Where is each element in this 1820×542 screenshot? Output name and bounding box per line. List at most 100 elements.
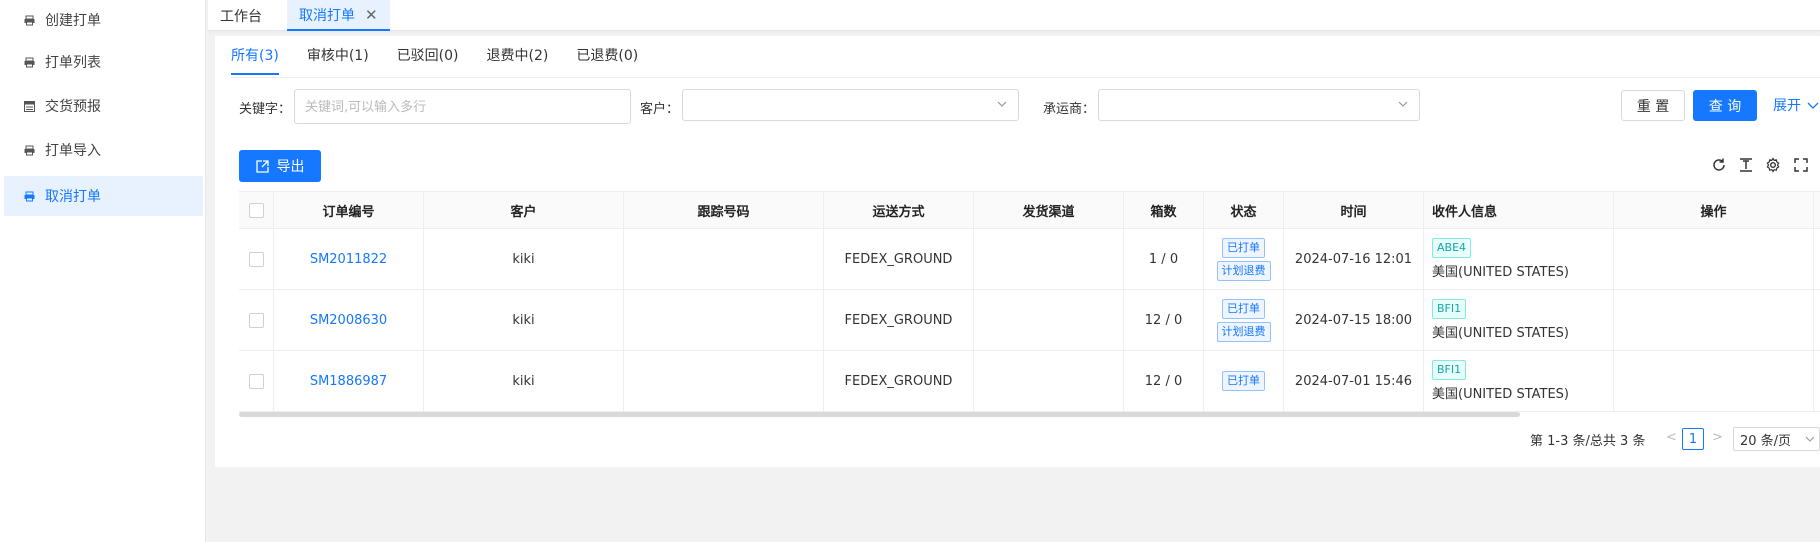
keyword-placeholder: 关键词,可以输入多行: [305, 100, 427, 115]
status-tab-refunded[interactable]: 已退费(0): [576, 45, 638, 75]
table-row: SM1886987 kiki FEDEX_GROUND 12 / 0 已打单 2…: [239, 351, 1820, 412]
sidebar-item-cancel-print[interactable]: 取消打单: [4, 176, 203, 216]
recipient-country: 美国(UNITED STATES): [1432, 387, 1569, 402]
sidebar: 创建打单 打单列表 交货预报 打单导入 取消打单: [0, 0, 206, 542]
time-cell: 2024-07-01 15:46: [1284, 351, 1424, 411]
status-tab-all[interactable]: 所有(3): [231, 45, 279, 75]
chevron-down-icon: [1807, 102, 1819, 109]
warehouse-badge: ABE4: [1432, 238, 1472, 258]
print-icon: [22, 143, 36, 157]
row-checkbox[interactable]: [248, 312, 264, 328]
chevron-down-icon: [1805, 436, 1815, 442]
status-badge: 计划退费: [1216, 260, 1271, 281]
close-icon[interactable]: ✕: [365, 6, 378, 24]
sidebar-item-create-print[interactable]: 创建打单: [4, 0, 203, 40]
next-page-button[interactable]: >: [1712, 430, 1723, 445]
row-select-cell: [239, 229, 274, 289]
column-header[interactable]: 订单编号: [274, 192, 424, 229]
table-row: SM2008630 kiki FEDEX_GROUND 12 / 0 已打单 计…: [239, 290, 1820, 351]
horizontal-scrollbar[interactable]: [239, 412, 1520, 417]
page-size-label: 20 条/页: [1740, 433, 1792, 449]
chevron-down-icon: [997, 101, 1007, 107]
expand-link[interactable]: 展开: [1773, 95, 1819, 115]
keyword-label: 关键字：: [239, 102, 292, 117]
boxes-cell: 12 / 0: [1124, 290, 1204, 350]
recipient-country: 美国(UNITED STATES): [1432, 326, 1569, 341]
boxes-cell: 1 / 0: [1124, 229, 1204, 289]
order-number-cell: SM1886987: [274, 351, 424, 411]
keyword-input[interactable]: 关键词,可以输入多行: [294, 89, 631, 124]
action-cell: [1614, 351, 1814, 411]
shipping-cell: FEDEX_GROUND: [824, 229, 974, 289]
customer-select[interactable]: [682, 89, 1019, 121]
search-button[interactable]: 查 询: [1693, 90, 1757, 121]
chevron-down-icon: [1398, 101, 1408, 107]
tracking-cell: [624, 229, 824, 289]
tracking-cell: [624, 351, 824, 411]
select-all-checkbox[interactable]: [248, 203, 264, 218]
column-header[interactable]: 发货渠道: [974, 192, 1124, 229]
status-cell: 已打单 计划退费: [1204, 290, 1284, 350]
tab-cancel-print[interactable]: 取消打单 ✕: [287, 0, 390, 31]
reset-button[interactable]: 重 置: [1621, 90, 1685, 121]
carrier-select[interactable]: [1098, 89, 1420, 121]
column-header[interactable]: 状态: [1204, 192, 1284, 229]
sidebar-item-delivery-forecast[interactable]: 交货预报: [4, 86, 203, 126]
status-tab-rejected[interactable]: 已驳回(0): [397, 45, 459, 75]
form-icon: [22, 99, 36, 113]
main-card: 所有(3) 审核中(1) 已驳回(0) 退费中(2) 已退费(0) 关键字： 关…: [215, 36, 1820, 467]
row-select-cell: [239, 290, 274, 350]
column-header[interactable]: 箱数: [1124, 192, 1204, 229]
shipping-cell: FEDEX_GROUND: [824, 351, 974, 411]
prev-page-button[interactable]: <: [1666, 430, 1677, 445]
warehouse-badge: BFI1: [1432, 299, 1467, 319]
page-tab-bar: 工作台 取消打单 ✕: [208, 0, 1820, 31]
refresh-icon[interactable]: [1710, 156, 1728, 174]
export-button[interactable]: 导出: [239, 150, 321, 182]
recipient-country: 美国(UNITED STATES): [1432, 265, 1569, 280]
column-header[interactable]: 时间: [1284, 192, 1424, 229]
sidebar-item-print-import[interactable]: 打单导入: [4, 130, 203, 170]
column-header[interactable]: 跟踪号码: [624, 192, 824, 229]
tab-workbench[interactable]: 工作台: [208, 0, 274, 31]
order-number-link[interactable]: SM2008630: [310, 313, 387, 328]
sidebar-item-label: 交货预报: [45, 99, 101, 115]
row-checkbox[interactable]: [248, 373, 264, 389]
status-tabs: 所有(3) 审核中(1) 已驳回(0) 退费中(2) 已退费(0): [231, 45, 666, 75]
column-header[interactable]: 客户: [424, 192, 624, 229]
recipient-cell: ABE4 美国(UNITED STATES): [1424, 229, 1614, 289]
customer-cell: kiki: [424, 290, 624, 350]
column-height-icon[interactable]: [1737, 156, 1755, 174]
expand-label: 展开: [1773, 98, 1801, 114]
table-row: SM2011822 kiki FEDEX_GROUND 1 / 0 已打单 计划…: [239, 229, 1820, 290]
sidebar-item-print-list[interactable]: 打单列表: [4, 42, 203, 82]
status-tab-reviewing[interactable]: 审核中(1): [307, 45, 369, 75]
column-header[interactable]: 操作: [1614, 192, 1814, 229]
channel-cell: [974, 351, 1124, 411]
shipping-cell: FEDEX_GROUND: [824, 290, 974, 350]
status-tab-refunding[interactable]: 退费中(2): [487, 45, 549, 75]
page-1-button[interactable]: 1: [1682, 428, 1704, 450]
action-cell: [1614, 229, 1814, 289]
status-badge: 已打单: [1222, 237, 1265, 258]
time-cell: 2024-07-16 12:01: [1284, 229, 1424, 289]
order-number-link[interactable]: SM2011822: [310, 252, 387, 267]
order-number-cell: SM2008630: [274, 290, 424, 350]
export-icon: [255, 159, 269, 173]
status-badge: 已打单: [1222, 298, 1265, 319]
page-size-select[interactable]: 20 条/页: [1733, 427, 1820, 451]
sidebar-item-label: 取消打单: [45, 189, 101, 205]
row-checkbox[interactable]: [248, 251, 264, 267]
sidebar-item-label: 打单导入: [45, 143, 101, 159]
sidebar-item-label: 打单列表: [45, 55, 101, 71]
order-number-link[interactable]: SM1886987: [310, 374, 387, 389]
customer-cell: kiki: [424, 351, 624, 411]
divider: [231, 77, 1820, 78]
column-header[interactable]: 运送方式: [824, 192, 974, 229]
settings-icon[interactable]: [1764, 156, 1782, 174]
fullscreen-icon[interactable]: [1792, 156, 1810, 174]
column-header[interactable]: 收件人信息: [1424, 192, 1614, 229]
tracking-cell: [624, 290, 824, 350]
row-select-cell: [239, 351, 274, 411]
status-cell: 已打单: [1204, 351, 1284, 411]
